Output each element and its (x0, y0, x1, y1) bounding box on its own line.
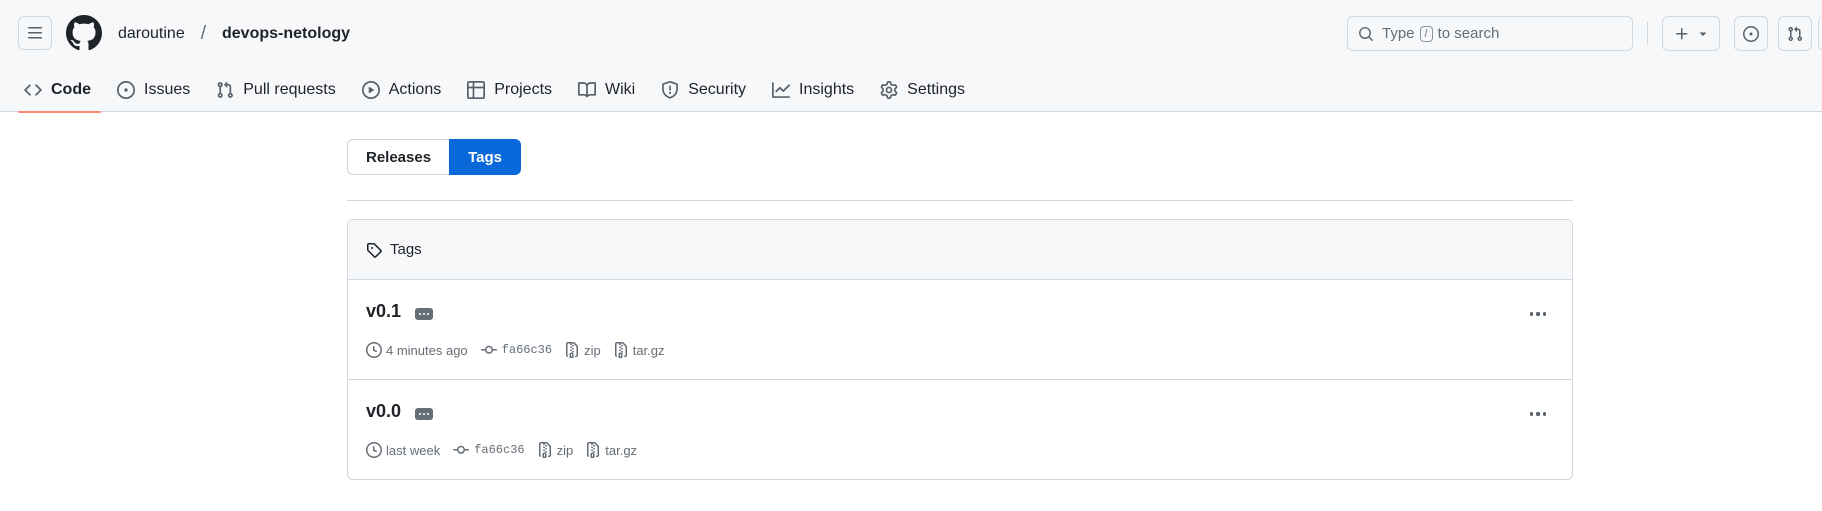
tag-time: last week (366, 442, 440, 458)
tab-insights[interactable]: Insights (762, 68, 864, 112)
tab-label: Insights (799, 81, 855, 98)
file-zip-icon (613, 342, 629, 358)
tag-title-line: v0.1 (366, 301, 434, 322)
tag-icon (366, 242, 382, 258)
tab-pull-requests[interactable]: Pull requests (206, 68, 346, 112)
download-zip-link[interactable]: zip (564, 342, 601, 358)
tag-time: 4 minutes ago (366, 342, 468, 358)
notifications-button[interactable] (1818, 16, 1822, 51)
download-zip-link[interactable]: zip (537, 442, 574, 458)
tags-tab[interactable]: Tags (449, 139, 521, 175)
tab-wiki[interactable]: Wiki (568, 68, 645, 112)
tag-title-line: v0.0 (366, 401, 434, 422)
tab-label: Security (688, 81, 747, 98)
tab-security[interactable]: Security (651, 68, 756, 112)
tag-meta: 4 minutes ago fa66c36 zip tar.gz (366, 342, 677, 358)
download-zip-label: zip (584, 342, 601, 358)
tab-code[interactable]: Code (14, 68, 101, 113)
releases-tags-switch: Releases Tags (347, 139, 521, 175)
expand-details-button[interactable] (415, 407, 434, 420)
git-pull-request-icon (1787, 26, 1803, 42)
git-pull-request-icon (216, 81, 234, 99)
section-divider (347, 200, 1573, 201)
three-bars-icon (27, 25, 43, 41)
tags-list-header: Tags (348, 220, 1572, 280)
gear-icon (880, 81, 898, 99)
tab-label: Actions (388, 81, 442, 98)
tag-commit-link[interactable]: fa66c36 (452, 442, 525, 458)
graph-icon (772, 81, 791, 99)
tag-time-text: last week (386, 442, 441, 458)
expand-details-button[interactable] (415, 307, 434, 320)
your-issues-button[interactable] (1734, 16, 1768, 51)
play-icon (361, 81, 380, 99)
download-targz-link[interactable]: tar.gz (613, 342, 665, 358)
triangle-down-icon (1698, 29, 1708, 39)
tab-label: Settings (907, 81, 965, 98)
plus-icon (1674, 26, 1690, 42)
open-global-nav-button[interactable] (18, 16, 52, 50)
file-zip-icon (564, 342, 580, 358)
your-pull-requests-button[interactable] (1778, 16, 1812, 51)
breadcrumb: daroutine / devops-netology (116, 22, 352, 46)
tag-meta: last week fa66c36 zip tar.gz (366, 442, 649, 458)
breadcrumb-repo-link[interactable]: devops-netology (220, 23, 352, 45)
tag-row: v0.1 4 minutes ago fa66c36 zip tar.gz (348, 280, 1572, 380)
search-placeholder-prefix: Type (1382, 25, 1415, 42)
download-zip-label: zip (556, 442, 574, 458)
tab-label: Projects (494, 81, 553, 98)
download-targz-label: tar.gz (605, 442, 638, 458)
breadcrumb-owner-link[interactable]: daroutine (116, 23, 187, 45)
book-icon (578, 81, 597, 99)
top-bar: daroutine / devops-netology Type / to se… (0, 0, 1822, 68)
tab-settings[interactable]: Settings (870, 68, 975, 112)
tag-name-link[interactable]: v0.0 (366, 401, 401, 422)
file-zip-icon (585, 442, 601, 458)
tag-time-text: 4 minutes ago (386, 342, 468, 358)
app-header: daroutine / devops-netology Type / to se… (0, 0, 1822, 113)
download-targz-link[interactable]: tar.gz (585, 442, 637, 458)
tag-actions-menu-button[interactable] (1526, 406, 1550, 422)
header-divider (1647, 22, 1648, 44)
clock-icon (366, 342, 382, 358)
search-shortcut-key: / (1419, 25, 1433, 42)
tab-label: Code (51, 81, 91, 98)
tab-projects[interactable]: Projects (457, 68, 562, 112)
git-commit-icon (452, 442, 470, 458)
tag-commit-sha: fa66c36 (474, 443, 525, 457)
tag-actions-menu-button[interactable] (1526, 306, 1550, 322)
github-logo-icon[interactable] (66, 15, 102, 51)
releases-tab[interactable]: Releases (347, 139, 450, 175)
shield-icon (661, 81, 679, 99)
table-icon (467, 81, 486, 99)
tag-commit-link[interactable]: fa66c36 (480, 342, 552, 358)
tags-list-box: Tags v0.1 4 minutes ago fa66c36 zip tar.… (347, 219, 1573, 480)
code-icon (24, 81, 42, 99)
tab-label: Pull requests (243, 81, 336, 98)
tab-label: Wiki (605, 81, 636, 98)
download-targz-label: tar.gz (632, 342, 665, 358)
issue-opened-icon (117, 81, 135, 99)
issue-opened-icon (1743, 25, 1759, 42)
tab-label: Issues (144, 81, 191, 98)
git-commit-icon (480, 342, 498, 358)
tag-name-link[interactable]: v0.1 (366, 301, 401, 322)
tags-list-title: Tags (390, 241, 422, 258)
tab-issues[interactable]: Issues (107, 68, 200, 112)
repo-nav: Code Issues Pull requests Actions Projec… (14, 68, 981, 113)
tag-commit-sha: fa66c36 (501, 343, 553, 357)
tag-row: v0.0 last week fa66c36 zip tar.gz (348, 380, 1572, 479)
create-new-button[interactable] (1662, 16, 1720, 51)
breadcrumb-separator: / (200, 23, 206, 44)
tab-actions[interactable]: Actions (352, 68, 451, 112)
search-icon (1358, 26, 1374, 42)
clock-icon (366, 442, 382, 458)
search-placeholder-suffix: to search (1437, 25, 1500, 42)
search-input[interactable]: Type / to search (1347, 16, 1633, 51)
file-zip-icon (537, 442, 553, 458)
